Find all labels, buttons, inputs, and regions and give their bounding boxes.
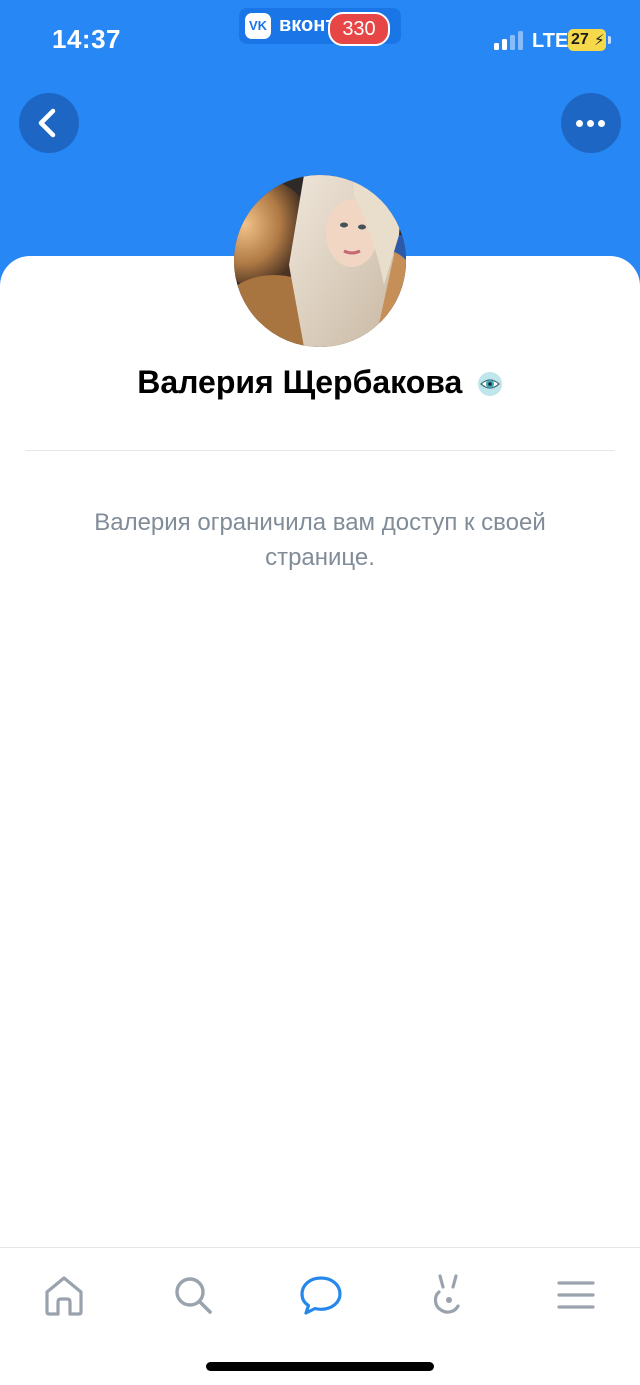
divider <box>25 450 615 451</box>
home-indicator[interactable] <box>206 1362 434 1371</box>
messages-badge: 330 <box>328 12 390 46</box>
tab-menu[interactable] <box>551 1270 601 1320</box>
clips-icon <box>433 1274 460 1314</box>
profile-name-row: Валерия Щербакова <box>0 364 640 412</box>
eye-emoji-icon[interactable] <box>477 371 503 397</box>
tab-clips[interactable] <box>423 1270 473 1320</box>
signal-icon <box>494 30 526 50</box>
profile-name: Валерия Щербакова <box>137 364 463 400</box>
more-button[interactable] <box>561 93 621 153</box>
messages-icon <box>300 1276 342 1315</box>
vk-logo-icon: VK <box>245 13 271 39</box>
tab-messages[interactable] <box>296 1270 346 1320</box>
status-time: 14:37 <box>52 24 121 54</box>
menu-icon <box>557 1281 595 1309</box>
profile-card <box>0 256 640 1384</box>
charging-icon: ⚡ <box>594 32 605 49</box>
home-icon <box>45 1276 83 1316</box>
avatar-photo <box>234 175 406 347</box>
battery-icon: 27 ⚡ <box>568 29 606 51</box>
battery-tip <box>608 36 611 44</box>
chevron-left-icon <box>38 108 56 138</box>
back-button[interactable] <box>19 93 79 153</box>
battery-level: 27 <box>571 31 589 48</box>
tab-search[interactable] <box>168 1270 218 1320</box>
more-horizontal-icon <box>576 120 606 127</box>
tab-home[interactable] <box>39 1270 89 1320</box>
restricted-message: Валерия ограничила вам доступ к своей ст… <box>94 509 546 571</box>
search-icon <box>175 1277 212 1314</box>
network-type: LTE <box>532 30 569 52</box>
avatar[interactable] <box>234 175 406 347</box>
